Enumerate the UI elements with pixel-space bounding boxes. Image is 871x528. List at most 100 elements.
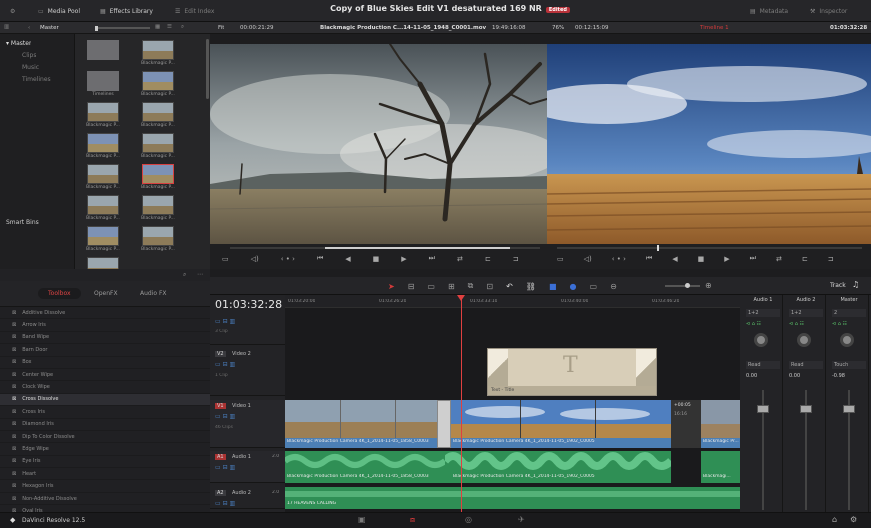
blade-tool-icon[interactable]: ▭ xyxy=(427,282,435,291)
clip-thumbnail[interactable] xyxy=(142,195,174,215)
mixer-route[interactable]: 1+2 xyxy=(746,309,780,317)
clip-thumbnail[interactable] xyxy=(87,102,119,122)
media-page-icon[interactable]: ▣ xyxy=(358,515,366,524)
pan-knob[interactable] xyxy=(797,333,811,347)
source-clip-name[interactable]: Blackmagic Production C...14-11-05_1948_… xyxy=(320,25,486,31)
tl-first-frame-icon[interactable]: ⏮ xyxy=(646,254,652,263)
flag-icon[interactable]: ■ xyxy=(549,282,557,291)
effect-item[interactable]: ⊠ Cross Iris xyxy=(0,406,210,419)
track-header-v2[interactable]: V2 Video 2 ▭ ⊟ ▥ 1 Clip xyxy=(210,348,285,396)
track-controls-icon[interactable]: ▭ ⊟ ▥ xyxy=(215,318,235,325)
effect-item[interactable]: ⊠ Hexagon Iris xyxy=(0,480,210,493)
effects-search-icon[interactable]: ⌕ xyxy=(183,271,186,279)
clip-thumbnail[interactable] xyxy=(142,164,174,184)
timeline-ruler[interactable]: 01:03:20:00 01:03:26:20 01:03:33:10 01:03:4… xyxy=(285,295,740,308)
viewer-fit[interactable]: Fit xyxy=(218,25,224,31)
insert-icon[interactable]: ⊞ xyxy=(448,282,455,291)
clip-thumbnail[interactable] xyxy=(87,195,119,215)
audio-note-icon[interactable]: ♫ xyxy=(852,280,859,289)
timeline-zoom-slider[interactable] xyxy=(665,283,700,288)
effect-item[interactable]: ⊠ Arrow Iris xyxy=(0,319,210,332)
timeline-viewer[interactable] xyxy=(547,44,871,244)
track-header-v3[interactable]: ▭ ⊟ ▥ 3 Clip xyxy=(210,315,285,345)
video-clip-2[interactable]: Blackmagic Production Camera 4K_1_2014-1… xyxy=(445,400,671,448)
mark-in-icon[interactable]: ⊏ xyxy=(485,255,491,263)
track-name[interactable]: Audio 1 xyxy=(232,454,251,460)
selection-tool-icon[interactable]: ➤ xyxy=(388,282,395,291)
track-header-v1[interactable]: V1 Video 1 ▭ ⊟ ▥ 46 Clips xyxy=(210,400,285,448)
metadata-button[interactable]: ▤ Metadata xyxy=(750,4,788,18)
edit-index-button[interactable]: ☰ Edit Index xyxy=(175,4,214,18)
track-controls-icon[interactable]: ▭ ⊟ ▥ xyxy=(215,361,235,368)
track-id[interactable]: A1 xyxy=(215,454,226,460)
tl-reverse-icon[interactable]: ◀ xyxy=(672,255,677,263)
track-name[interactable]: Audio 2 xyxy=(232,490,251,496)
effect-item[interactable]: ⊠ Additive Dissolve xyxy=(0,307,210,320)
play-icon[interactable]: ▶ xyxy=(401,255,406,263)
timeline-scrubber[interactable] xyxy=(557,245,862,251)
timeline-tracks[interactable]: 01:03:20:00 01:03:26:20 01:03:33:10 01:03:4… xyxy=(285,295,740,520)
tl-play-icon[interactable]: ▶ xyxy=(724,255,729,263)
search-icon[interactable]: ⌕ xyxy=(181,24,184,31)
track-name[interactable]: Video 2 xyxy=(232,351,251,357)
playhead[interactable] xyxy=(461,295,462,520)
transition-cross-dissolve[interactable] xyxy=(437,400,451,448)
effect-item[interactable]: ⊠ Cross Dissolve xyxy=(0,393,210,407)
track-header-a1[interactable]: A1 Audio 1 2.0 ▭ ⊟ ▥ xyxy=(210,451,285,483)
settings-icon[interactable]: ⚙ xyxy=(850,515,857,524)
source-viewer[interactable] xyxy=(210,44,547,244)
folder-icon[interactable] xyxy=(87,71,119,91)
audio-icon[interactable]: ◁) xyxy=(251,255,259,263)
pool-scrollbar[interactable] xyxy=(206,39,209,99)
zoom-minus-icon[interactable]: ⊖ xyxy=(610,282,617,291)
audio-clip-1[interactable]: Blackmagic Production Camera 4K_1_2014-1… xyxy=(285,451,447,483)
effect-item[interactable]: ⊠ Diamond Iris xyxy=(0,419,210,431)
volume-fader[interactable] xyxy=(800,405,812,413)
audio-clip-2[interactable]: Blackmagic Production Camera 4K_1_2014-1… xyxy=(441,451,674,483)
clip-thumbnail[interactable] xyxy=(142,71,174,91)
track-id[interactable]: A2 xyxy=(215,490,226,496)
clip-thumbnail[interactable] xyxy=(87,133,119,153)
viewer-options-icon[interactable]: ▭ xyxy=(222,255,229,263)
tl-stop-icon[interactable]: ■ xyxy=(698,255,705,263)
overwrite-icon[interactable]: ⧉ xyxy=(468,281,474,291)
mixer-automation-mode[interactable]: Read xyxy=(789,361,823,369)
volume-fader[interactable] xyxy=(843,405,855,413)
clip-thumbnail[interactable] xyxy=(142,40,174,60)
stop-icon[interactable]: ■ xyxy=(373,255,380,263)
thumbnail-size-slider[interactable] xyxy=(95,25,150,31)
folder-icon[interactable] xyxy=(87,40,119,60)
trim-tool-icon[interactable]: ⊟ xyxy=(408,282,415,291)
effect-item[interactable]: ⊠ Edge Wipe xyxy=(0,443,210,456)
video-clip-1[interactable]: Blackmagic Production Camera 4K_1_2014-1… xyxy=(285,400,445,448)
tl-mark-in-icon[interactable]: ⊏ xyxy=(802,255,808,263)
bin-item-timelines[interactable]: Timelines xyxy=(22,76,51,83)
track-name[interactable]: Video 1 xyxy=(232,403,251,409)
tab-openfx[interactable]: OpenFX xyxy=(94,290,118,297)
pan-knob[interactable] xyxy=(840,333,854,347)
timeline-selector[interactable]: Timeline 1 xyxy=(700,25,729,31)
playhead-marker-icon[interactable] xyxy=(457,295,465,301)
replace-icon[interactable]: ⊡ xyxy=(486,282,493,291)
effect-item[interactable]: ⊠ Clock Wipe xyxy=(0,381,210,394)
mixer-eq-icon[interactable]: ⊲ ⌂ ☷ xyxy=(789,321,804,327)
effect-item[interactable]: ⊠ Heart xyxy=(0,468,210,481)
first-frame-icon[interactable]: ⏮ xyxy=(317,254,323,263)
deliver-page-icon[interactable]: ✈ xyxy=(518,515,525,524)
zoom-plus-icon[interactable]: ⊕ xyxy=(705,281,712,290)
clip-thumbnail[interactable] xyxy=(142,226,174,246)
effect-item[interactable]: ⊠ Band Wipe xyxy=(0,332,210,345)
inspector-button[interactable]: ⚒ Inspector xyxy=(810,4,847,18)
clip-thumbnail[interactable] xyxy=(142,102,174,122)
audio2-music-clip[interactable]: 17 HEAVENS CALLING xyxy=(285,487,740,509)
source-scrubber[interactable] xyxy=(230,247,540,249)
video-clip-3[interactable]: Blackmagic Pr... xyxy=(701,400,740,448)
timeline-zoom[interactable]: 76% xyxy=(552,25,564,31)
effects-more-icon[interactable]: ⋯ xyxy=(197,271,203,278)
snapping-icon[interactable]: ↶ xyxy=(506,282,513,291)
track-controls-icon[interactable]: ▭ ⊟ ▥ xyxy=(215,413,235,420)
tl-loop-icon[interactable]: ⇄ xyxy=(776,255,782,263)
bin-item-clips[interactable]: Clips xyxy=(22,52,36,59)
list-view-icon[interactable]: ☰ xyxy=(167,24,172,30)
mixer-automation-mode[interactable]: Touch xyxy=(832,361,866,369)
